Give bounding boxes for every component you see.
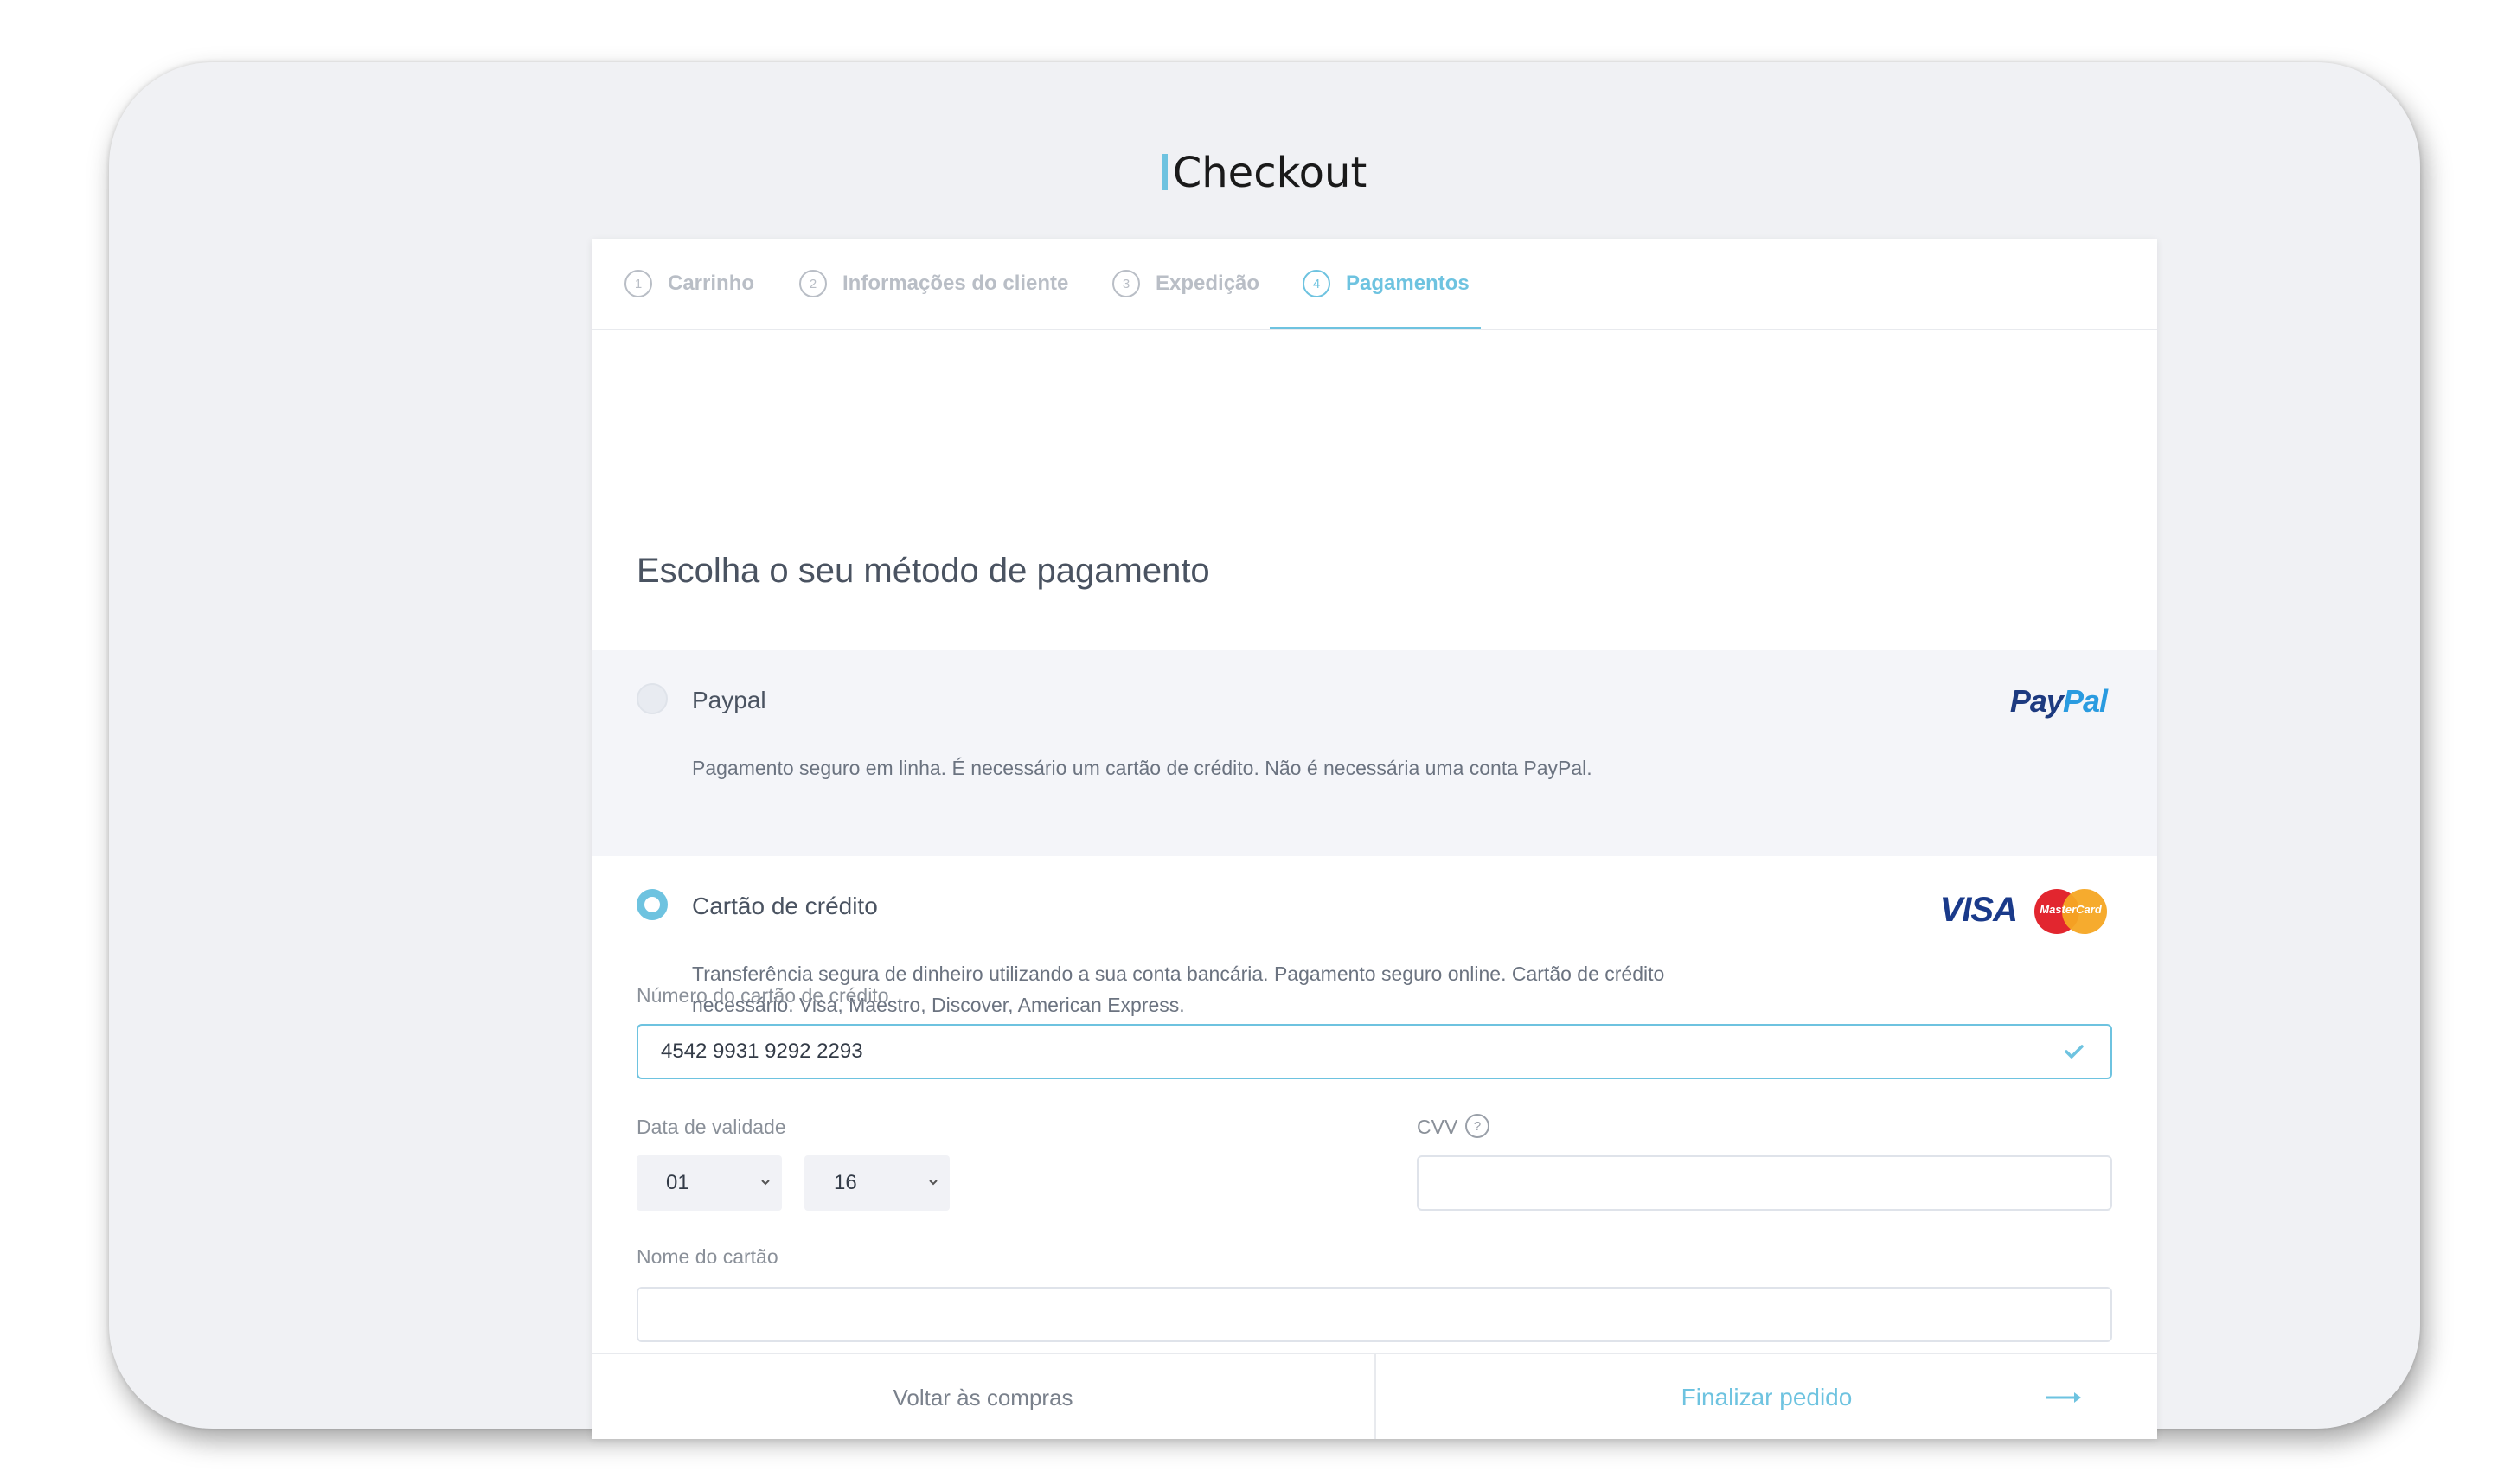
tab-label: Pagamentos — [1346, 272, 1470, 295]
expiry-month-select[interactable]: 01 — [637, 1155, 782, 1211]
tab-carrinho[interactable]: 1 Carrinho — [624, 239, 754, 329]
checkout-steps: 1 Carrinho 2 Informações do cliente 3 Ex… — [592, 239, 2157, 330]
paypal-logo: PayPal — [2009, 683, 2108, 719]
tab-label: Carrinho — [668, 272, 755, 295]
active-tab-indicator — [1270, 327, 1481, 329]
help-icon[interactable]: ? — [1465, 1114, 1489, 1138]
expiry-year-value: 16 — [834, 1171, 857, 1194]
cvv-input[interactable] — [1417, 1155, 2112, 1211]
finish-order-label: Finalizar pedido — [1681, 1384, 1853, 1410]
chevron-down-icon — [761, 1180, 770, 1186]
visa-logo: VISA — [1939, 891, 2018, 929]
card-number-value: 4542 9931 9292 2293 — [661, 1039, 863, 1063]
section-heading: Escolha o seu método de pagamento — [637, 552, 1210, 590]
tab-label: Informações do cliente — [842, 272, 1069, 295]
credit-card-label: Cartão de crédito — [692, 892, 878, 919]
tab-label: Expedição — [1156, 272, 1260, 295]
step-number: 2 — [799, 270, 827, 297]
step-number: 3 — [1112, 270, 1140, 297]
step-number: 1 — [624, 270, 652, 297]
tab-pagamentos[interactable]: 4 Pagamentos — [1303, 239, 1470, 329]
step-number: 4 — [1303, 270, 1330, 297]
checkout-footer: Voltar às compras Finalizar pedido — [592, 1353, 2157, 1439]
back-to-shop-button[interactable]: Voltar às compras — [592, 1354, 1374, 1439]
device-frame: Checkout 1 Carrinho 2 Informações do cli… — [109, 62, 2420, 1439]
expiry-label: Data de validade — [637, 1116, 786, 1138]
check-icon — [2065, 1045, 2084, 1059]
mastercard-logo: MasterCard — [2034, 889, 2107, 934]
credit-card-radio[interactable] — [637, 889, 668, 920]
paypal-description: Pagamento seguro em linha. É necessário … — [692, 757, 1592, 779]
page-title: Checkout — [109, 149, 2420, 197]
chevron-down-icon — [929, 1180, 938, 1186]
finish-order-button[interactable]: Finalizar pedido — [1376, 1354, 2157, 1439]
tab-informacoes-cliente[interactable]: 2 Informações do cliente — [799, 239, 1068, 329]
card-name-input[interactable] — [637, 1287, 2112, 1342]
card-number-label: Número do cartão de crédito — [637, 984, 889, 1007]
tab-expedicao[interactable]: 3 Expedição — [1112, 239, 1259, 329]
paypal-label: Paypal — [692, 687, 766, 713]
payment-method-paypal[interactable]: Paypal PayPal Pagamento seguro em linha.… — [592, 650, 2157, 856]
page-title-text: Checkout — [1172, 149, 1367, 197]
expiry-year-select[interactable]: 16 — [804, 1155, 950, 1211]
paypal-radio[interactable] — [637, 683, 668, 714]
card-number-input[interactable]: 4542 9931 9292 2293 — [637, 1024, 2112, 1079]
arrow-right-icon — [2046, 1392, 2081, 1403]
expiry-month-value: 01 — [666, 1171, 689, 1194]
card-name-label: Nome do cartão — [637, 1245, 778, 1268]
checkout-card: 1 Carrinho 2 Informações do cliente 3 Ex… — [592, 239, 2157, 1439]
cvv-label: CVV — [1417, 1116, 1458, 1138]
title-accent-bar — [1162, 154, 1168, 190]
